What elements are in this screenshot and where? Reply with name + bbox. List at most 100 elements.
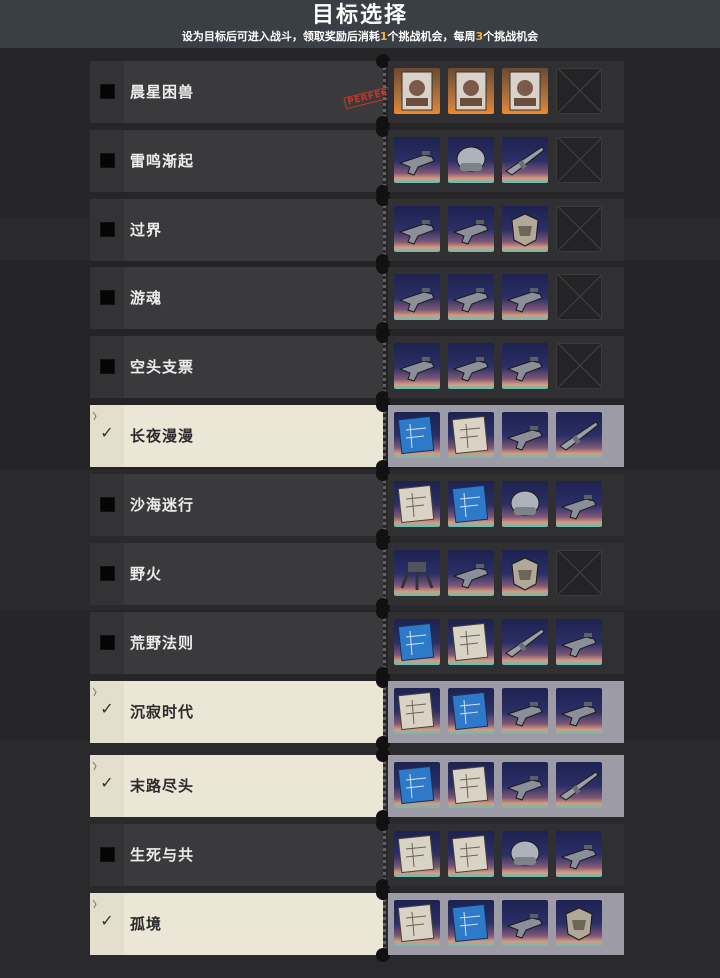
target-row[interactable]: 野火	[90, 536, 624, 612]
target-row-header[interactable]: 雷鸣渐起	[90, 130, 383, 192]
target-checkbox[interactable]	[100, 153, 115, 168]
reward-item[interactable]	[448, 831, 494, 877]
reward-item[interactable]	[394, 619, 440, 665]
reward-item[interactable]	[502, 619, 548, 665]
scratch-decoration	[92, 406, 100, 421]
schematic-icon	[451, 834, 489, 874]
check-icon[interactable]: ✓	[98, 423, 116, 443]
target-name: 晨星困兽	[130, 83, 195, 101]
gun-icon	[560, 702, 597, 727]
gun-icon	[452, 288, 489, 313]
target-row-header[interactable]: 沙海迷行	[90, 474, 383, 536]
target-row[interactable]: ✓ 沉寂时代	[90, 674, 624, 750]
target-row-header[interactable]: ✓ 长夜漫漫	[90, 405, 383, 467]
target-row[interactable]: 晨星困兽 PERFECT	[90, 54, 624, 130]
reward-item[interactable]	[394, 68, 440, 114]
reward-item[interactable]	[394, 412, 440, 458]
reward-item[interactable]	[502, 550, 548, 596]
reward-panel	[388, 755, 624, 817]
reward-item[interactable]	[556, 831, 602, 877]
reward-item[interactable]	[448, 412, 494, 458]
target-checkbox[interactable]	[100, 222, 115, 237]
reward-item[interactable]	[394, 550, 440, 596]
reward-item[interactable]	[448, 688, 494, 734]
reward-item[interactable]	[448, 343, 494, 389]
reward-item[interactable]	[448, 68, 494, 114]
gun-icon	[452, 564, 489, 589]
target-row-header[interactable]: 空头支票	[90, 336, 383, 398]
reward-item[interactable]	[556, 619, 602, 665]
helmet-icon	[456, 146, 486, 172]
target-row-header[interactable]: 荒野法则	[90, 612, 383, 674]
portrait-icon	[455, 71, 487, 111]
target-checkbox[interactable]	[100, 635, 115, 650]
target-row[interactable]: 沙海迷行	[90, 467, 624, 543]
reward-item[interactable]	[394, 137, 440, 183]
target-row[interactable]: ✓ 长夜漫漫	[90, 398, 624, 474]
check-icon[interactable]: ✓	[98, 911, 116, 931]
target-row-header[interactable]: ✓ 末路尽头	[90, 755, 383, 817]
target-row-header[interactable]: ✓ 孤境	[90, 893, 383, 955]
target-row-header[interactable]: 晨星困兽 PERFECT	[90, 61, 399, 123]
target-checkbox[interactable]	[100, 847, 115, 862]
target-row[interactable]: 荒野法则	[90, 605, 624, 681]
target-row[interactable]: 空头支票	[90, 329, 624, 405]
reward-item[interactable]	[448, 274, 494, 320]
reward-item[interactable]	[556, 412, 602, 458]
reward-item[interactable]	[448, 206, 494, 252]
reward-item[interactable]	[502, 481, 548, 527]
reward-item[interactable]	[502, 688, 548, 734]
target-row-header[interactable]: 过界	[90, 199, 383, 261]
reward-item[interactable]	[502, 343, 548, 389]
target-checkbox[interactable]	[100, 497, 115, 512]
check-icon[interactable]: ✓	[98, 773, 116, 793]
reward-item[interactable]	[448, 137, 494, 183]
reward-item[interactable]	[502, 831, 548, 877]
target-row[interactable]: 生死与共	[90, 817, 624, 893]
reward-item[interactable]	[448, 762, 494, 808]
target-name: 孤境	[130, 915, 163, 933]
reward-item[interactable]	[502, 274, 548, 320]
reward-item[interactable]	[448, 550, 494, 596]
reward-item[interactable]	[448, 900, 494, 946]
reward-item[interactable]	[394, 762, 440, 808]
target-row[interactable]: ✓ 孤境	[90, 886, 624, 962]
gun-icon	[560, 633, 597, 658]
reward-panel	[388, 130, 624, 192]
reward-item[interactable]	[448, 481, 494, 527]
reward-item[interactable]	[502, 762, 548, 808]
target-row-header[interactable]: ✓ 沉寂时代	[90, 681, 383, 743]
reward-item[interactable]	[556, 481, 602, 527]
scratch-decoration	[92, 756, 100, 771]
target-row[interactable]: ✓ 末路尽头	[90, 748, 624, 824]
target-checkbox[interactable]	[100, 566, 115, 581]
reward-item[interactable]	[502, 900, 548, 946]
target-row[interactable]: 游魂	[90, 260, 624, 336]
reward-item[interactable]	[556, 900, 602, 946]
armor-icon	[511, 213, 539, 247]
target-row-header[interactable]: 野火	[90, 543, 383, 605]
target-checkbox[interactable]	[100, 290, 115, 305]
reward-item[interactable]	[394, 688, 440, 734]
reward-item[interactable]	[502, 68, 548, 114]
target-checkbox[interactable]	[100, 359, 115, 374]
reward-item[interactable]	[502, 137, 548, 183]
subtitle-text-2: 个挑战机会，每周	[387, 30, 476, 43]
target-checkbox[interactable]	[100, 84, 115, 99]
target-row-header[interactable]: 生死与共	[90, 824, 383, 886]
reward-item[interactable]	[394, 831, 440, 877]
reward-item[interactable]	[394, 900, 440, 946]
reward-item[interactable]	[502, 412, 548, 458]
reward-item[interactable]	[556, 688, 602, 734]
target-row-header[interactable]: 游魂	[90, 267, 383, 329]
reward-item[interactable]	[394, 206, 440, 252]
reward-item[interactable]	[556, 762, 602, 808]
reward-item[interactable]	[502, 206, 548, 252]
reward-item[interactable]	[394, 274, 440, 320]
target-row[interactable]: 雷鸣渐起	[90, 123, 624, 199]
check-icon[interactable]: ✓	[98, 699, 116, 719]
reward-item[interactable]	[394, 481, 440, 527]
reward-item[interactable]	[448, 619, 494, 665]
reward-item[interactable]	[394, 343, 440, 389]
target-row[interactable]: 过界	[90, 192, 624, 268]
